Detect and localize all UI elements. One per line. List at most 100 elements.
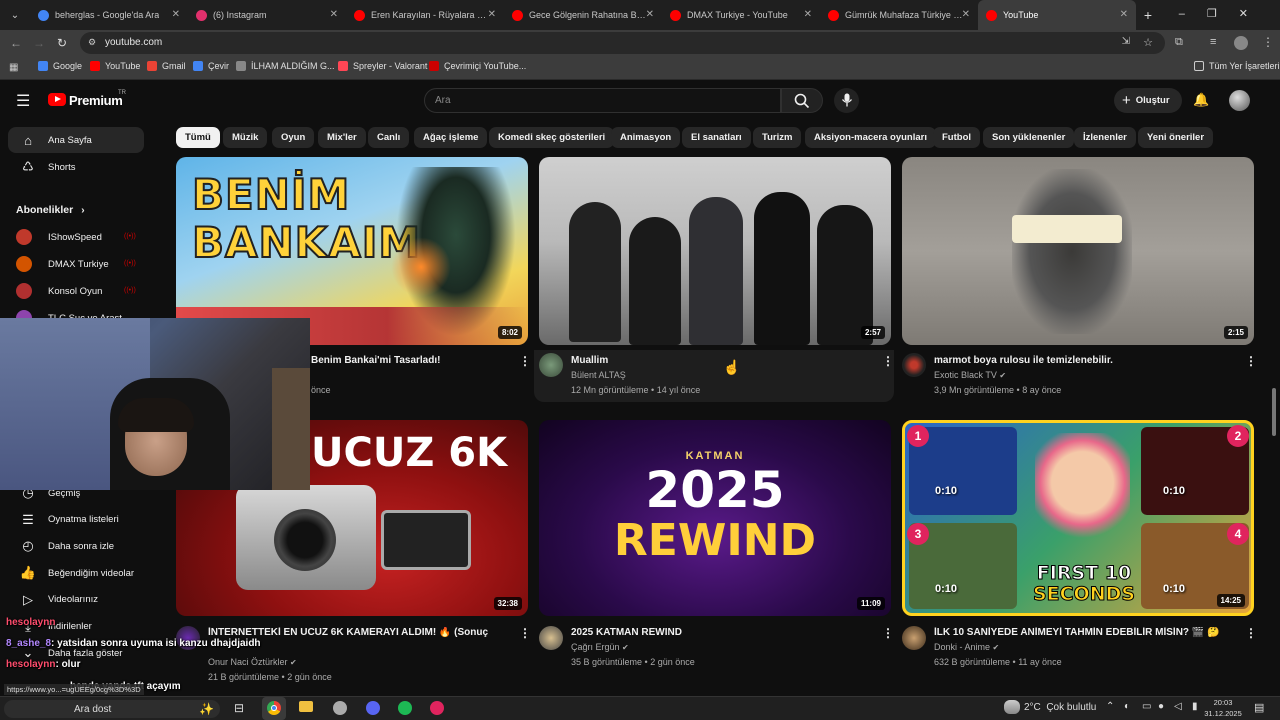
restore-icon[interactable]: ❐ [1207, 8, 1239, 20]
subscriptions-header[interactable]: Abonelikler › [16, 204, 85, 216]
browser-tab[interactable]: Gece Gölgenin Rahatına Bak - ✕ [504, 0, 662, 30]
back-icon[interactable]: ← [10, 36, 22, 50]
filter-chip[interactable]: Animasyon [611, 127, 681, 148]
filter-chip[interactable]: Son yüklenenler [983, 127, 1075, 148]
video-thumbnail[interactable]: 2:15 [902, 157, 1254, 345]
youtube-logo-text[interactable]: Premium [69, 93, 123, 108]
video-thumbnail[interactable]: BENİM BANKAIM! 8:02 [176, 157, 528, 345]
sidebar-item-playlist[interactable]: ☰ Oynatma listeleri [8, 507, 144, 533]
notifications-bell-icon[interactable]: 🔔 [1193, 92, 1209, 108]
channel-name[interactable]: Onur Naci Öztürkler ✔ [208, 657, 297, 667]
tray-chevron-icon[interactable]: ⌃ [1106, 701, 1114, 712]
browser-tab[interactable]: Gümrük Muhafaza Türkiye 31. ✕ [820, 0, 978, 30]
browser-tab[interactable]: (6) Instagram ✕ [188, 0, 346, 30]
filter-chip[interactable]: İzlenenler [1074, 127, 1136, 148]
minimize-icon[interactable]: – [1179, 8, 1207, 20]
filter-chip[interactable]: Aksiyon-macera oyunları [805, 127, 936, 148]
bookmark-star-icon[interactable]: ☆ [1143, 36, 1153, 49]
video-title[interactable]: İLK 10 SANİYEDE ANİMEYİ TAHMİN EDEBİLİR … [934, 627, 1239, 638]
bookmark-item[interactable]: Spreyler - Valorant [338, 61, 427, 71]
video-title[interactable]: Muallim [571, 355, 608, 366]
page-scrollbar-thumb[interactable] [1272, 388, 1276, 436]
weather-icon[interactable] [1004, 700, 1020, 714]
site-info-icon[interactable]: ⚙ [88, 37, 96, 48]
task-view-icon[interactable]: ⊟ [234, 701, 244, 715]
sidebar-item-shorts[interactable]: ♺ Shorts [8, 154, 144, 180]
apps-grid-icon[interactable]: ▦ [9, 62, 18, 73]
filter-chip[interactable]: El sanatları [682, 127, 751, 148]
reload-icon[interactable]: ↻ [57, 36, 67, 50]
more-actions-icon[interactable]: ⋮ [519, 626, 531, 640]
new-tab-button[interactable]: + [1136, 7, 1160, 23]
tab-search-icon[interactable]: ⌄ [0, 0, 30, 30]
obs-icon[interactable] [430, 701, 444, 715]
browser-tab[interactable]: beherglas - Google'da Ara ✕ [30, 0, 188, 30]
window-controls[interactable]: –❐✕ [1179, 7, 1270, 20]
extensions-icon[interactable]: ⧉ [1175, 36, 1183, 49]
account-avatar[interactable] [1229, 90, 1250, 111]
bookmark-item[interactable]: İLHAM ALDIĞIM G... [236, 61, 335, 71]
address-bar[interactable]: ⚙ youtube.com ⇲ ☆ [80, 32, 1165, 54]
more-actions-icon[interactable]: ⋮ [882, 626, 894, 640]
app-icon[interactable] [333, 701, 347, 715]
filter-chip[interactable]: Tümü [176, 127, 220, 148]
filter-chip[interactable]: Turizm [753, 127, 802, 148]
subscription-item[interactable]: DMAX Turkiye [16, 256, 109, 272]
filter-chip[interactable]: Ağaç işleme [414, 127, 488, 148]
filter-chip[interactable]: Canlı [368, 127, 410, 148]
file-explorer-icon[interactable] [299, 701, 313, 712]
video-thumbnail[interactable]: KATMAN 2025 REWIND 11:09 [539, 420, 891, 616]
install-app-icon[interactable]: ⇲ [1122, 36, 1130, 47]
bookmark-item[interactable]: YouTube [90, 61, 140, 71]
browser-menu-icon[interactable]: ⋮ [1262, 35, 1274, 49]
subscription-item[interactable]: IShowSpeed [16, 229, 102, 245]
close-icon[interactable]: ✕ [1239, 8, 1270, 20]
sidebar-item-watch-later[interactable]: ◴ Daha sonra izle [8, 533, 144, 559]
tab-close-icon[interactable]: ✕ [962, 9, 970, 20]
taskbar-chrome-active[interactable] [262, 697, 286, 720]
filter-chip[interactable]: Yeni öneriler [1138, 127, 1214, 148]
more-actions-icon[interactable]: ⋮ [1245, 354, 1257, 368]
filter-chip[interactable]: Mix'ler [318, 127, 366, 148]
channel-name[interactable]: Donki - Anime ✔ [934, 642, 999, 652]
more-actions-icon[interactable]: ⋮ [519, 354, 531, 368]
hamburger-menu-icon[interactable]: ☰ [16, 91, 30, 111]
sidebar-item-home[interactable]: ⌂ Ana Sayfa [8, 127, 144, 153]
filter-chip[interactable]: Komedi skeç gösterileri [489, 127, 615, 148]
battery-icon[interactable]: ▮ [1192, 701, 1198, 712]
subscription-item[interactable]: Konsol Oyun [16, 283, 102, 299]
channel-avatar[interactable] [902, 626, 926, 650]
video-thumbnail[interactable]: 1 2 3 4 0:10 0:10 0:10 0:10 FIRST 10 SECO… [902, 420, 1254, 616]
channel-name[interactable]: Bülent ALTAŞ [571, 370, 626, 380]
all-bookmarks-link[interactable]: Tüm Yer İşaretleri [1194, 61, 1280, 71]
weather-text[interactable]: 2°C Çok bulutlu [1024, 702, 1096, 713]
more-actions-icon[interactable]: ⋮ [882, 354, 894, 368]
video-title[interactable]: 2025 KATMAN REWIND [571, 627, 682, 638]
video-title[interactable]: marmot boya rulosu ile temizlenebilir. [934, 355, 1113, 366]
tab-close-icon[interactable]: ✕ [172, 9, 180, 20]
sidebar-item-liked-videos[interactable]: 👍 Beğendiğim videolar [8, 560, 144, 586]
more-actions-icon[interactable]: ⋮ [1245, 626, 1257, 640]
bookmark-item[interactable]: Gmail [147, 61, 186, 71]
microphone-tray-icon[interactable]: ● [1158, 701, 1164, 712]
reading-list-icon[interactable]: ≡ [1210, 36, 1216, 48]
taskbar-clock[interactable]: 20:03 31.12.2025 [1203, 697, 1243, 719]
sidebar-item-your-videos[interactable]: ▷ Videolarınız [8, 587, 144, 613]
youtube-logo-icon[interactable] [48, 93, 66, 106]
voice-search-button[interactable] [834, 88, 859, 113]
spotify-icon[interactable] [398, 701, 412, 715]
tab-close-icon[interactable]: ✕ [488, 9, 496, 20]
channel-name[interactable]: Exotic Black TV ✔ [934, 370, 1006, 380]
channel-name[interactable]: Çağrı Ergün ✔ [571, 642, 629, 652]
video-thumbnail[interactable]: 2:57 [539, 157, 891, 345]
filter-chip[interactable]: Oyun [272, 127, 315, 148]
tab-close-icon[interactable]: ✕ [804, 9, 812, 20]
tab-close-icon[interactable]: ✕ [330, 9, 338, 20]
volume-icon[interactable]: ◁ [1174, 701, 1182, 712]
discord-icon[interactable] [366, 701, 380, 715]
tray-app-icon[interactable]: ◐ [1124, 701, 1130, 712]
channel-avatar[interactable] [539, 353, 563, 377]
bookmark-item[interactable]: Çevir [193, 61, 229, 71]
bookmark-item[interactable]: Google [38, 61, 82, 71]
bookmark-item[interactable]: Çevrimiçi YouTube... [429, 61, 526, 71]
